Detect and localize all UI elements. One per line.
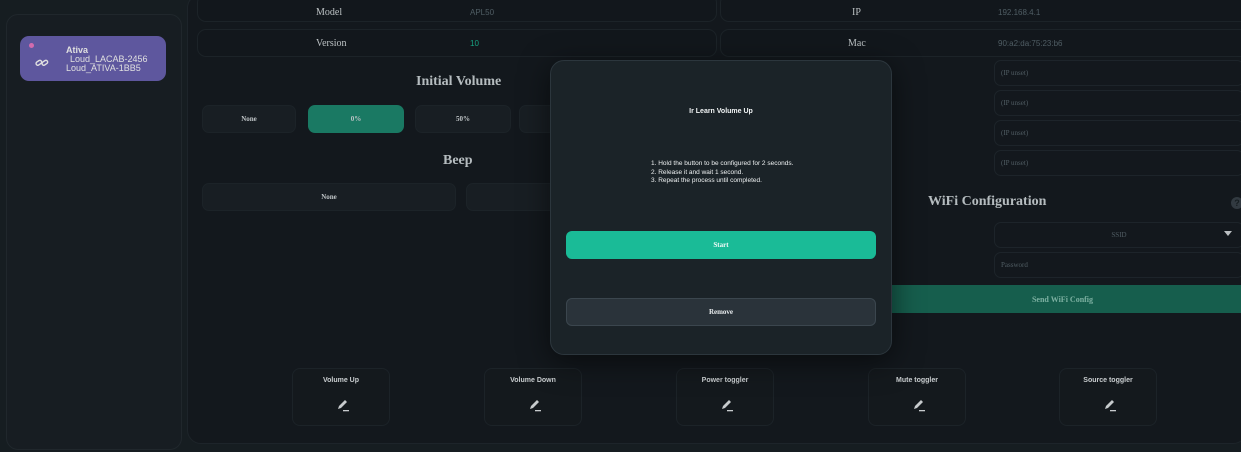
- instruction-step-2: 2. Release it and wait 1 second.: [651, 168, 744, 176]
- ir-learn-dialog: Ir Learn Volume Up 1. Hold the button to…: [550, 60, 892, 355]
- start-button[interactable]: Start: [566, 231, 876, 259]
- instructions: 1. Hold the button to be configured for …: [651, 160, 793, 186]
- remove-button[interactable]: Remove: [566, 298, 876, 326]
- dialog-title: Ir Learn Volume Up: [689, 108, 753, 115]
- instruction-step-1: 1. Hold the button to be configured for …: [651, 160, 794, 167]
- instruction-step-3: 3. Repeat the process until completed.: [651, 177, 762, 184]
